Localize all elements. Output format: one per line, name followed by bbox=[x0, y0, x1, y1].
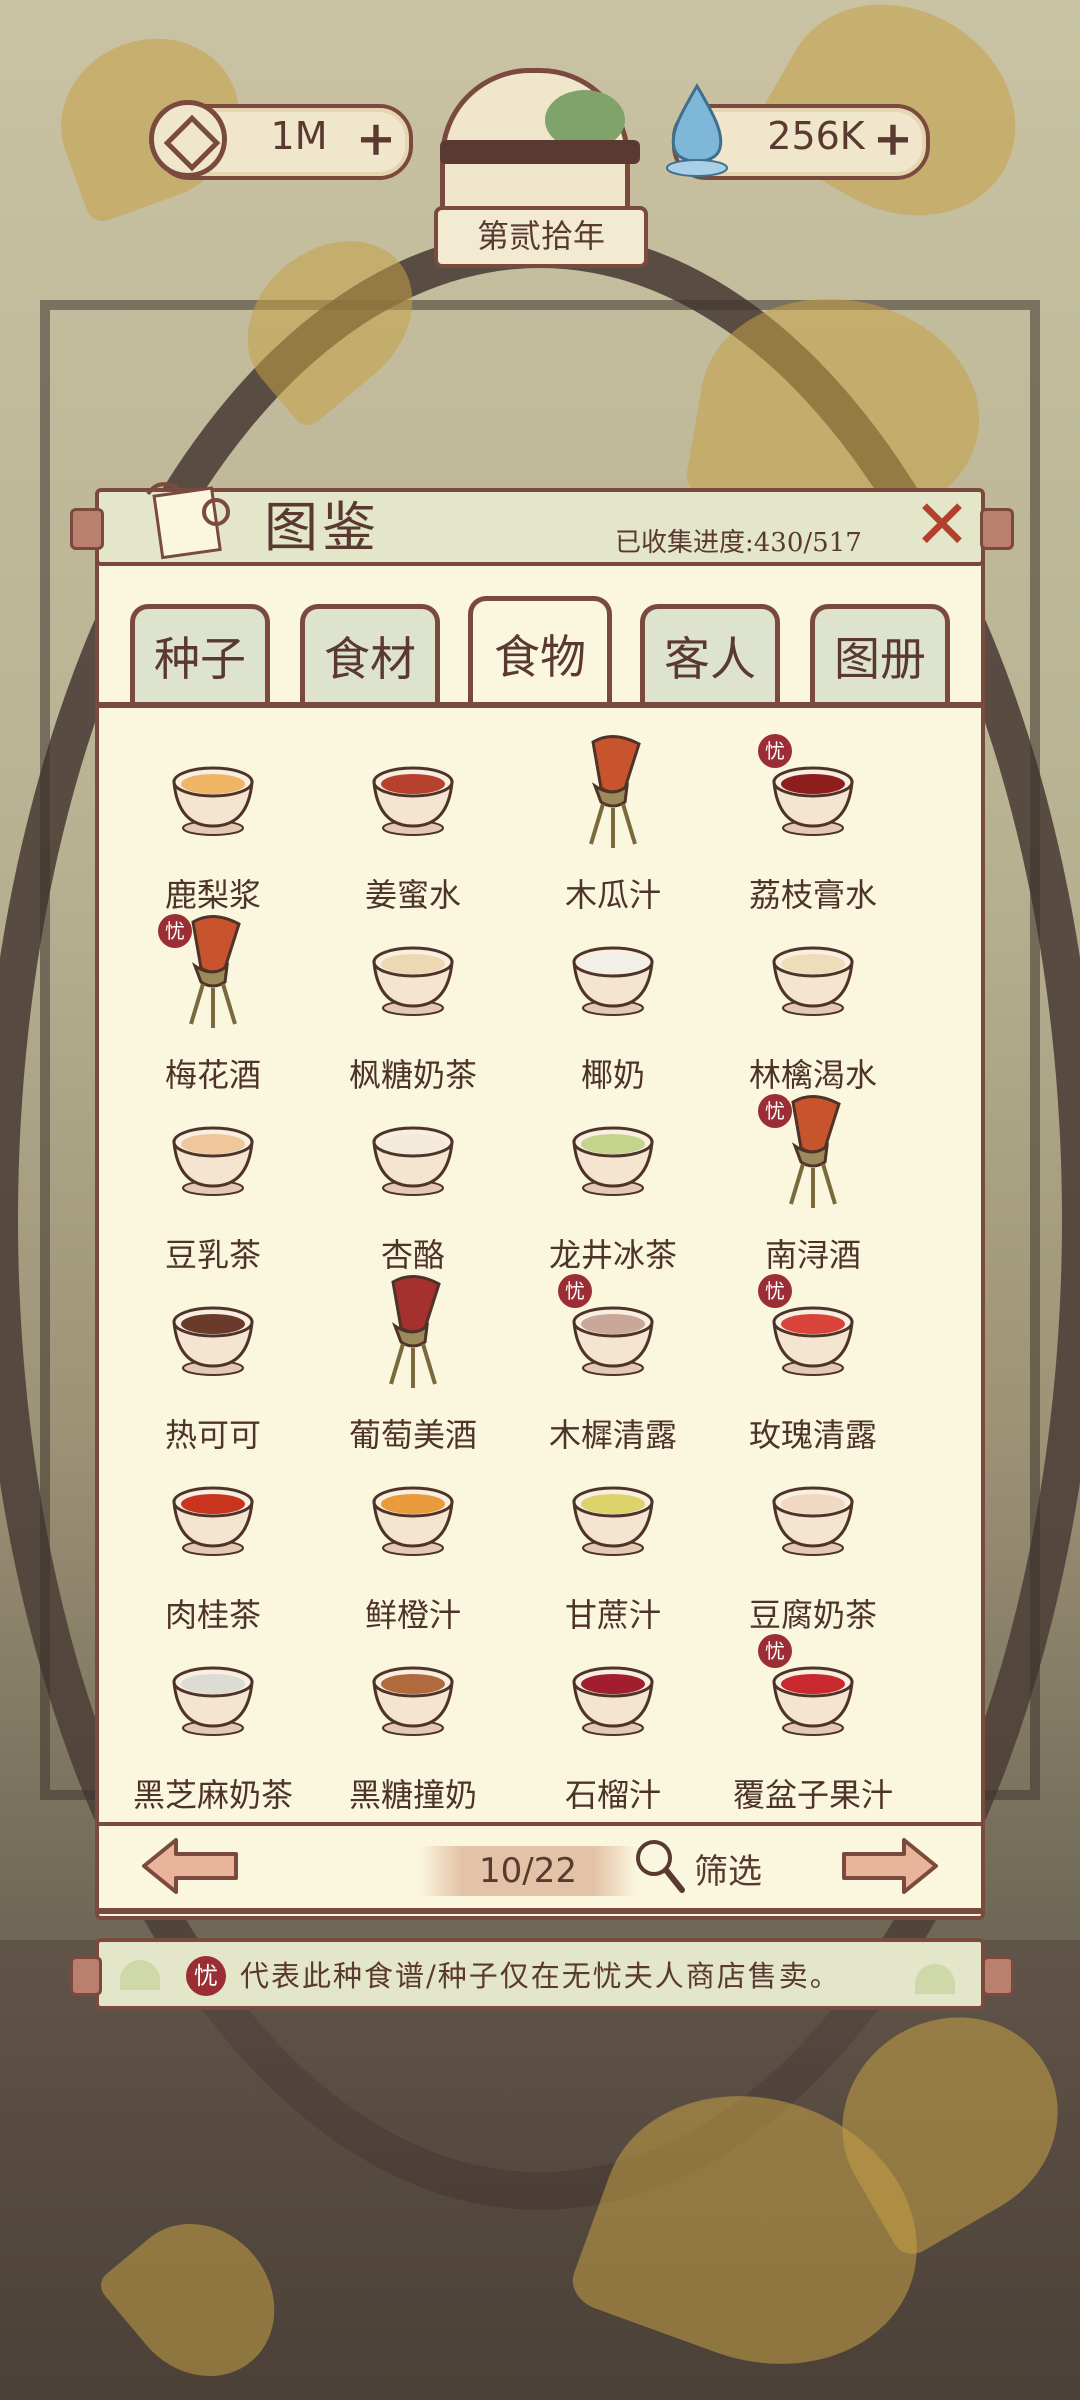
water-drop-icon bbox=[666, 82, 728, 177]
exclusive-badge: 忧 bbox=[186, 1956, 226, 1996]
cup-icon bbox=[572, 1126, 654, 1196]
cup-icon bbox=[172, 766, 254, 836]
food-item[interactable]: 黑芝麻奶茶 bbox=[118, 1630, 308, 1814]
cup-icon bbox=[172, 1666, 254, 1736]
tab-guests[interactable]: 客人 bbox=[640, 604, 780, 704]
food-item[interactable]: 梅花酒忧 bbox=[118, 910, 308, 1094]
tab-ingredients[interactable]: 食材 bbox=[300, 604, 440, 704]
food-item[interactable]: 枫糖奶茶 bbox=[318, 910, 508, 1094]
food-item-name: 石榴汁 bbox=[564, 1776, 661, 1814]
wine-vessel-icon bbox=[589, 735, 641, 848]
tab-food[interactable]: 食物 bbox=[468, 596, 612, 708]
year-label: 第贰拾年 bbox=[434, 206, 648, 268]
food-item[interactable]: 椰奶 bbox=[518, 910, 708, 1094]
close-button[interactable]: ✕ bbox=[912, 492, 972, 560]
food-item[interactable]: 杏酪 bbox=[318, 1090, 508, 1274]
food-item[interactable]: 木瓜汁 bbox=[518, 730, 708, 914]
panel-bottom-edge bbox=[98, 1908, 982, 1914]
food-item[interactable]: 热可可 bbox=[118, 1270, 308, 1454]
food-item[interactable]: 覆盆子果汁 忧 bbox=[718, 1630, 908, 1814]
food-item[interactable]: 林檎渴水 bbox=[718, 910, 908, 1094]
next-page-arrow-icon[interactable] bbox=[840, 1836, 940, 1896]
exclusive-badge: 忧 bbox=[758, 1634, 792, 1668]
pavilion-roof bbox=[440, 140, 640, 164]
coin-value: 1M bbox=[270, 114, 328, 158]
tab-seeds[interactable]: 种子 bbox=[130, 604, 270, 704]
scroll-icon bbox=[146, 482, 230, 560]
cup-icon bbox=[772, 946, 854, 1016]
coin-icon bbox=[149, 100, 227, 178]
cup-icon bbox=[372, 1666, 454, 1736]
cup-icon bbox=[172, 1486, 254, 1556]
food-item-name: 黑糖撞奶 bbox=[348, 1776, 477, 1814]
tab-album[interactable]: 图册 bbox=[810, 604, 950, 704]
collection-progress: 已收集进度:430/517 bbox=[615, 528, 862, 558]
cup-icon bbox=[572, 1486, 654, 1556]
cup-icon bbox=[372, 946, 454, 1016]
food-item[interactable]: 石榴汁 bbox=[518, 1630, 708, 1814]
cup-icon bbox=[372, 1486, 454, 1556]
food-item[interactable]: 南浔酒忧 bbox=[718, 1090, 908, 1274]
food-item[interactable]: 肉桂茶 bbox=[118, 1450, 308, 1634]
panel-title: 图鉴 bbox=[264, 496, 380, 559]
exclusive-badge: 忧 bbox=[558, 1274, 592, 1308]
exclusive-badge: 忧 bbox=[758, 734, 792, 768]
page-indicator: 10/22 bbox=[418, 1846, 638, 1896]
food-item[interactable]: 荔枝膏水忧 bbox=[718, 730, 908, 914]
food-item[interactable]: 黑糖撞奶 bbox=[318, 1630, 508, 1814]
category-tabs: 种子 食材 食物 客人 图册 bbox=[100, 596, 980, 708]
exclusive-badge: 忧 bbox=[758, 1094, 792, 1128]
food-item-name: 覆盆子果汁 bbox=[732, 1776, 893, 1814]
cup-icon bbox=[572, 946, 654, 1016]
cup-icon bbox=[172, 1306, 254, 1376]
food-item[interactable]: 木樨清露忧 bbox=[518, 1270, 708, 1454]
scroll-cap-right bbox=[980, 508, 1014, 550]
prev-page-arrow-icon[interactable] bbox=[140, 1836, 240, 1896]
tab-divider bbox=[98, 702, 982, 708]
note-cap-left bbox=[70, 1956, 102, 1996]
food-item[interactable]: 鹿梨浆 bbox=[118, 730, 308, 914]
food-item[interactable]: 鲜橙汁 bbox=[318, 1450, 508, 1634]
food-item[interactable]: 玫瑰清露忧 bbox=[718, 1270, 908, 1454]
cup-icon bbox=[772, 1486, 854, 1556]
coin-counter: 1M + bbox=[149, 100, 413, 180]
jade-value: 256K bbox=[767, 114, 865, 158]
note-cap-right bbox=[982, 1956, 1014, 1996]
cup-icon bbox=[572, 1666, 654, 1736]
exclusive-badge: 忧 bbox=[158, 914, 192, 948]
cup-icon bbox=[172, 1126, 254, 1196]
note-text: 代表此种食谱/种子仅在无忧夫人商店售卖。 bbox=[240, 1959, 841, 1993]
add-coins-button[interactable]: + bbox=[353, 115, 399, 163]
wine-vessel-icon bbox=[389, 1275, 441, 1388]
filter-label: 筛选 bbox=[694, 1852, 762, 1892]
food-item[interactable]: 豆腐奶茶 bbox=[718, 1450, 908, 1634]
exclusive-badge: 忧 bbox=[758, 1274, 792, 1308]
jade-counter: 256K + bbox=[666, 82, 930, 180]
cup-icon bbox=[372, 766, 454, 836]
food-item[interactable]: 姜蜜水 bbox=[318, 730, 508, 914]
divider bbox=[98, 1822, 982, 1826]
food-item[interactable]: 甘蔗汁 bbox=[518, 1450, 708, 1634]
scroll-cap-left bbox=[70, 508, 104, 550]
cup-icon bbox=[372, 1126, 454, 1196]
magnifier-icon bbox=[636, 1840, 685, 1893]
food-item[interactable]: 豆乳茶 bbox=[118, 1090, 308, 1274]
food-item-name: 黑芝麻奶茶 bbox=[132, 1776, 293, 1814]
food-item[interactable]: 葡萄美酒 bbox=[318, 1270, 508, 1454]
food-item[interactable]: 龙井冰茶 bbox=[518, 1090, 708, 1274]
add-jade-button[interactable]: + bbox=[870, 115, 916, 163]
